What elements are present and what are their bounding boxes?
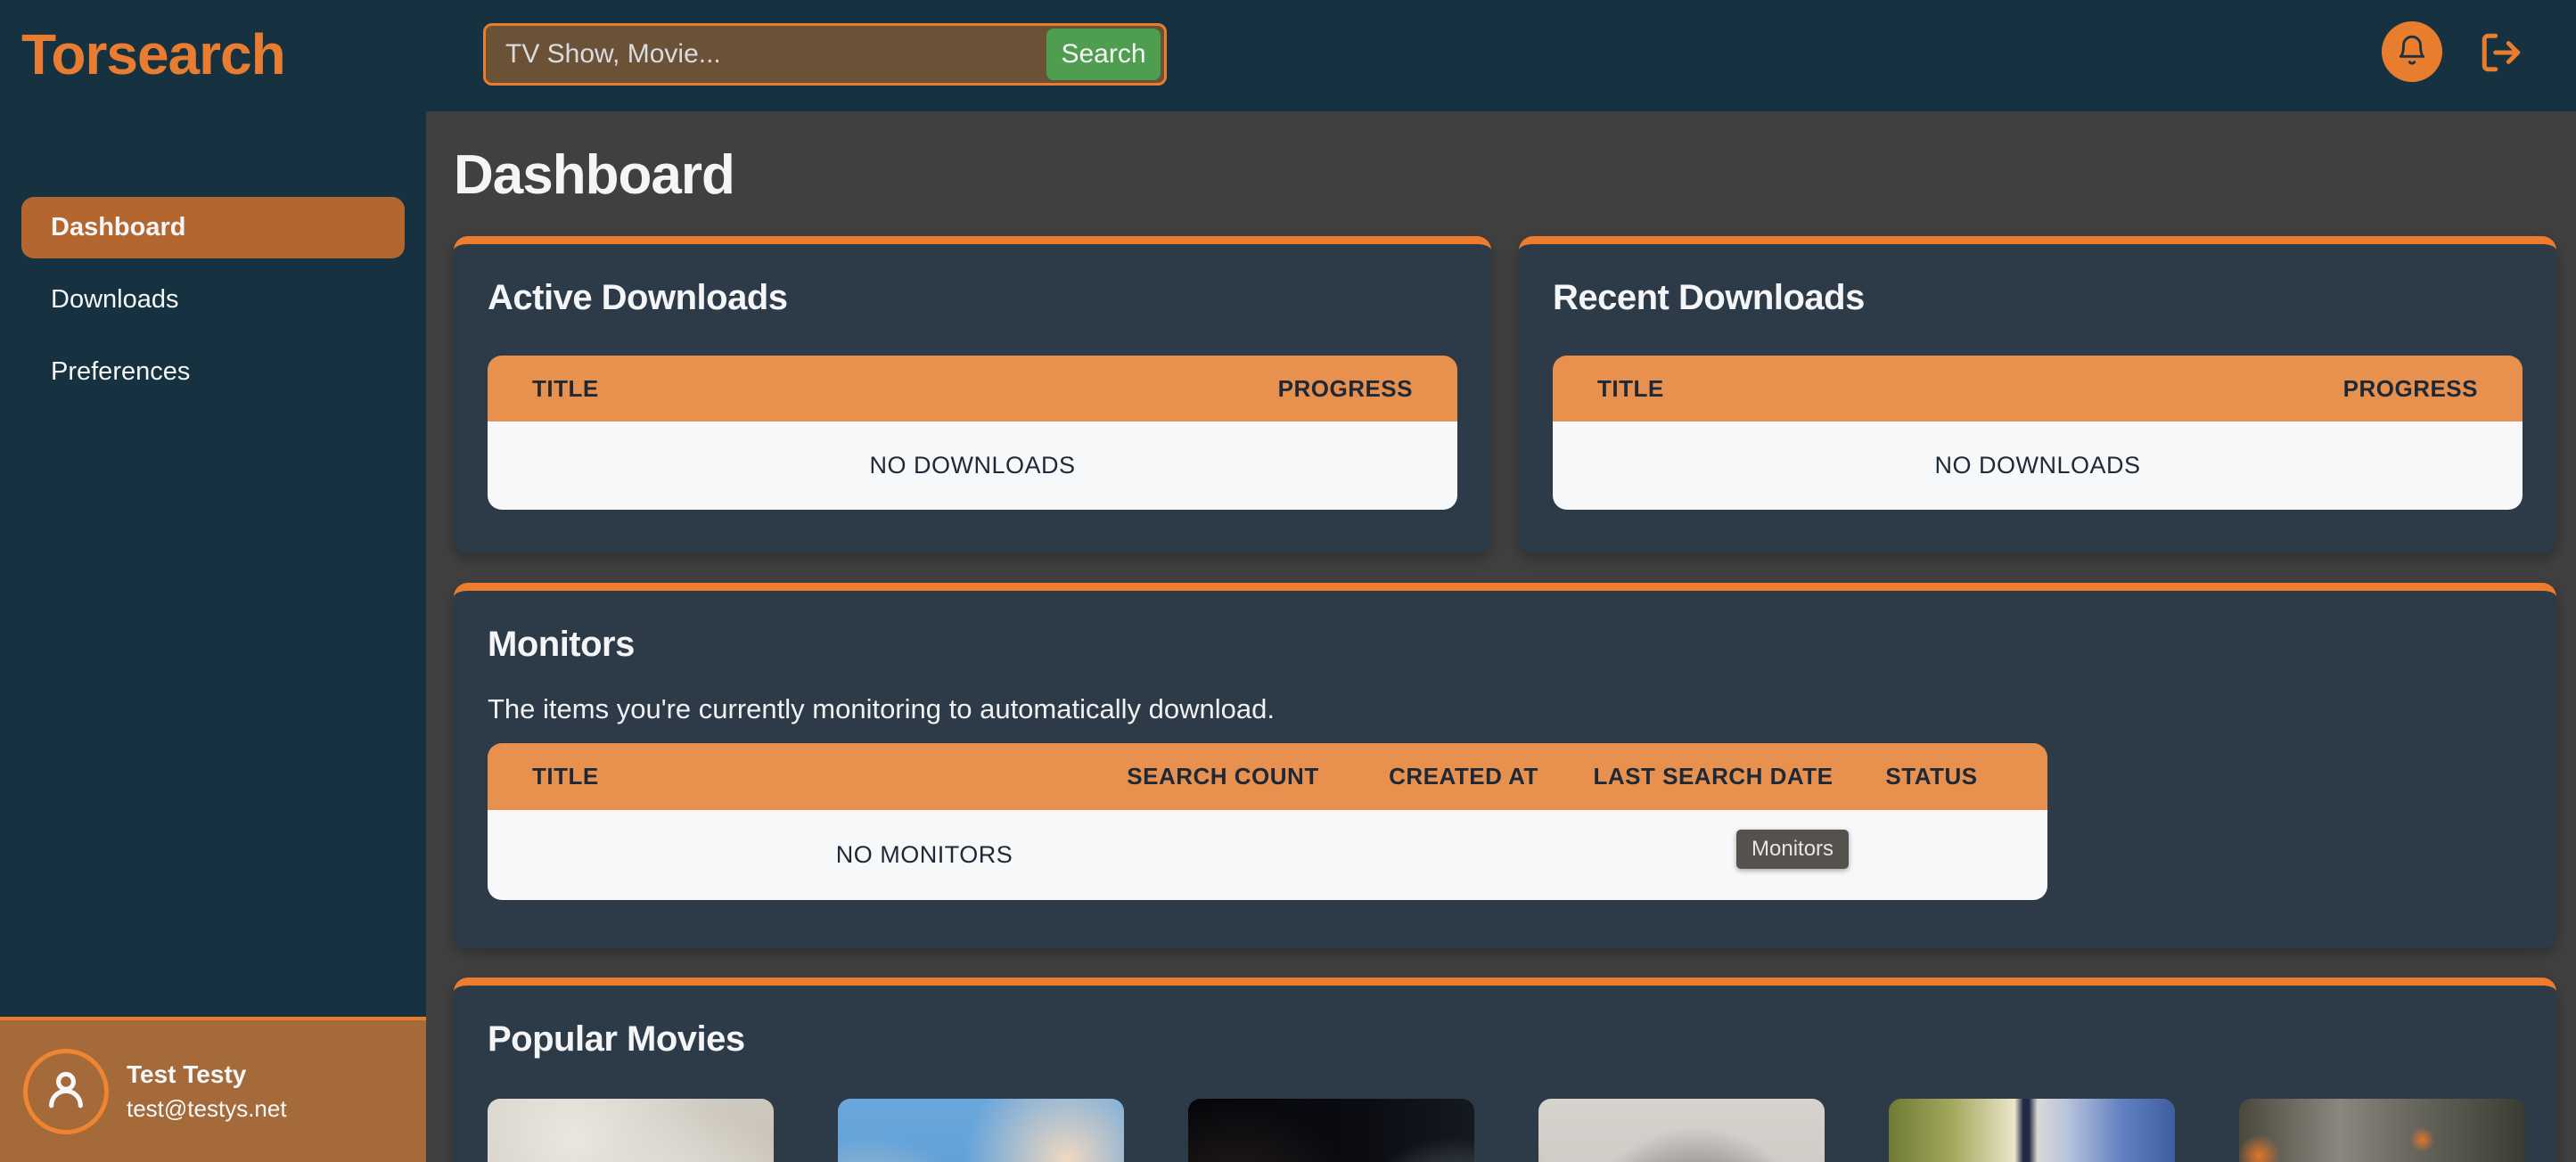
search-input[interactable] (486, 26, 1046, 83)
column-title: TITLE (1597, 375, 1664, 403)
column-progress: PROGRESS (2343, 375, 2478, 403)
sidebar-item-preferences[interactable]: Preferences (21, 341, 405, 403)
movie-poster[interactable] (1538, 1099, 1825, 1162)
column-last-search-date: LAST SEARCH DATE (1584, 763, 1842, 790)
column-progress: PROGRESS (1278, 375, 1413, 403)
movie-poster[interactable] (2239, 1099, 2525, 1162)
popular-movies-card: Popular Movies (454, 978, 2556, 1162)
table-header: TITLE PROGRESS (1553, 356, 2523, 421)
movie-poster[interactable] (1889, 1099, 2175, 1162)
user-name: Test Testy (127, 1060, 287, 1089)
user-info: Test Testy test@testys.net (127, 1060, 287, 1123)
empty-row: NO DOWNLOADS (1553, 421, 2523, 510)
movie-poster[interactable] (1188, 1099, 1474, 1162)
sidebar-item-dashboard[interactable]: Dashboard (21, 197, 405, 258)
column-status: STATUS (1842, 763, 2021, 790)
empty-row: NO DOWNLOADS (488, 421, 1457, 510)
recent-downloads-table: TITLE PROGRESS NO DOWNLOADS (1553, 356, 2523, 510)
movie-poster[interactable] (838, 1099, 1124, 1162)
recent-downloads-card: Recent Downloads TITLE PROGRESS NO DOWNL… (1519, 236, 2556, 553)
column-search-count: SEARCH COUNT (1103, 763, 1343, 790)
card-title: Monitors (488, 625, 2523, 665)
column-created-at: CREATED AT (1343, 763, 1584, 790)
column-title: TITLE (532, 763, 1103, 790)
user-panel[interactable]: Test Testy test@testys.net (0, 1017, 426, 1162)
movie-poster[interactable] (488, 1099, 774, 1162)
sidebar-item-label: Preferences (51, 357, 190, 387)
bell-icon (2395, 34, 2429, 70)
search-form: Search (483, 23, 1167, 86)
sidebar-item-label: Downloads (51, 285, 178, 315)
sidebar: Dashboard Downloads Preferences Test Tes… (0, 111, 426, 1162)
notifications-button[interactable] (2382, 21, 2442, 82)
main-content: Dashboard Active Downloads TITLE PROGRES… (426, 111, 2576, 1162)
card-title: Recent Downloads (1553, 278, 2523, 318)
empty-label: NO MONITORS (488, 841, 1361, 869)
brand-logo[interactable]: Torsearch (21, 21, 285, 87)
card-title: Popular Movies (488, 1019, 2523, 1060)
monitors-table: TITLE SEARCH COUNT CREATED AT LAST SEARC… (488, 743, 2047, 900)
posters-row (488, 1099, 2523, 1162)
empty-label: NO DOWNLOADS (1934, 452, 2140, 479)
topbar: Torsearch Search (0, 0, 2576, 111)
active-downloads-table: TITLE PROGRESS NO DOWNLOADS (488, 356, 1457, 510)
sidebar-item-downloads[interactable]: Downloads (21, 269, 405, 331)
table-header: TITLE SEARCH COUNT CREATED AT LAST SEARC… (488, 743, 2047, 810)
search-button[interactable]: Search (1046, 29, 1161, 80)
empty-label: NO DOWNLOADS (869, 452, 1075, 479)
avatar (23, 1049, 109, 1134)
monitors-card: Monitors The items you're currently moni… (454, 583, 2556, 948)
column-title: TITLE (532, 375, 599, 403)
logout-button[interactable] (2478, 30, 2524, 75)
monitors-description: The items you're currently monitoring to… (488, 693, 2523, 725)
sidebar-item-label: Dashboard (51, 213, 185, 242)
card-title: Active Downloads (488, 278, 1457, 318)
downloads-cards-row: Active Downloads TITLE PROGRESS NO DOWNL… (454, 236, 2556, 553)
table-header: TITLE PROGRESS (488, 356, 1457, 421)
user-icon (41, 1064, 91, 1118)
monitors-tooltip: Monitors (1736, 830, 1849, 869)
active-downloads-card: Active Downloads TITLE PROGRESS NO DOWNL… (454, 236, 1491, 553)
page-title: Dashboard (454, 143, 2556, 207)
logout-icon (2478, 64, 2524, 78)
sidebar-nav: Dashboard Downloads Preferences (0, 197, 426, 403)
user-email: test@testys.net (127, 1095, 287, 1123)
